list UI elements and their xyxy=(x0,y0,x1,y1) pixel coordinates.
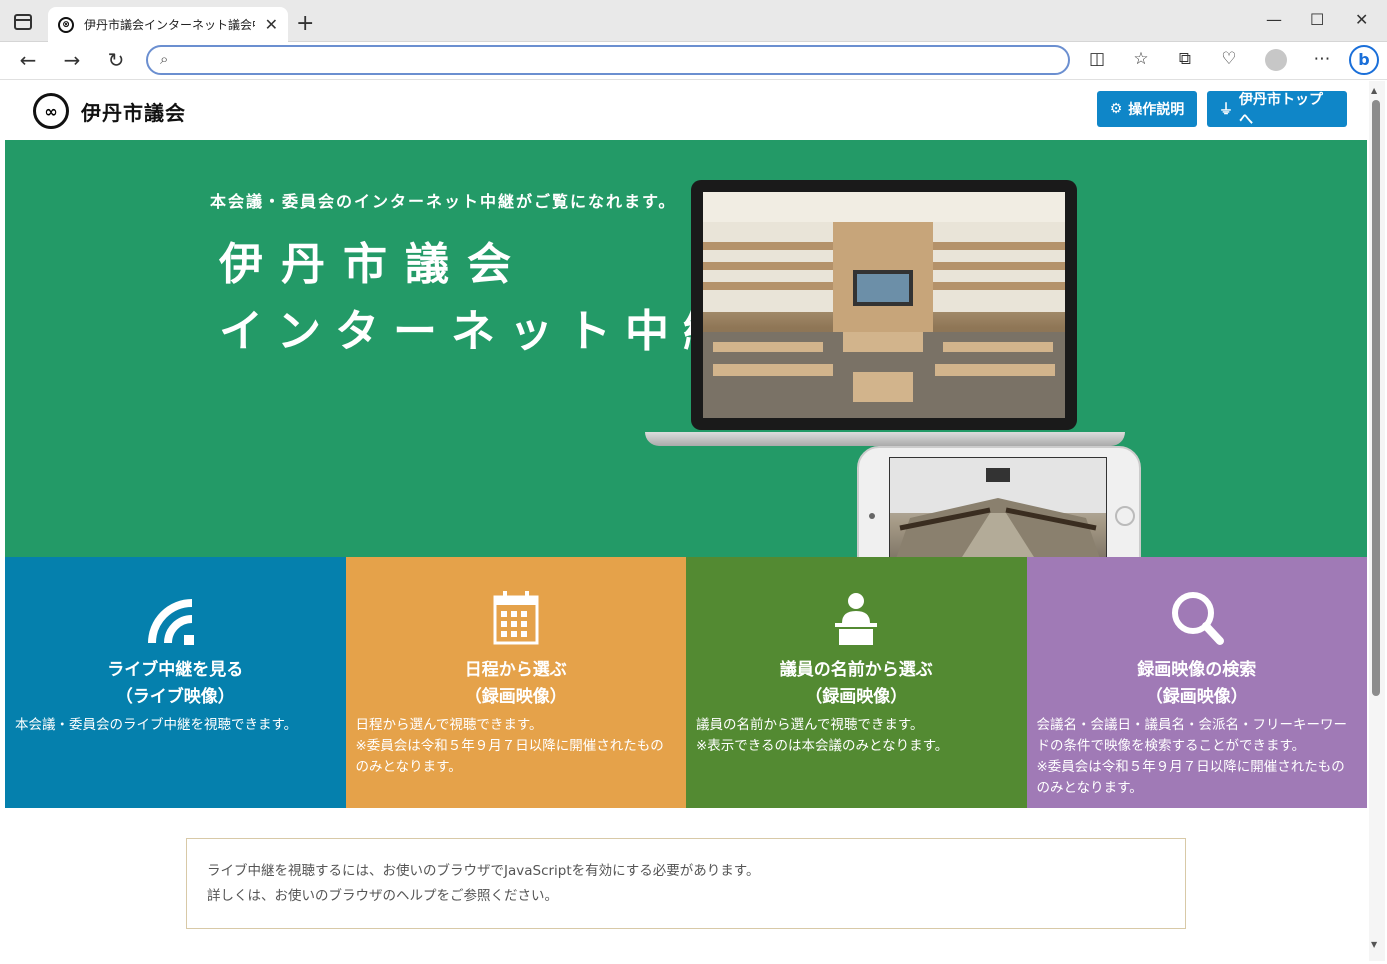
split-screen-icon[interactable]: ◫ xyxy=(1084,49,1110,69)
sitemap-icon: ⏚ xyxy=(1219,102,1233,118)
back-icon[interactable]: ← xyxy=(14,48,42,72)
tab-actions-icon[interactable] xyxy=(14,14,32,30)
calendar-icon xyxy=(493,591,539,645)
browser-essentials-icon[interactable]: ♡ xyxy=(1216,49,1242,69)
minimize-button[interactable]: — xyxy=(1266,10,1282,29)
scroll-down-icon[interactable]: ▼ xyxy=(1371,940,1377,949)
javascript-notice: ライブ中継を視聴するには、お使いのブラウザでJavaScriptを有効にする必要… xyxy=(186,838,1186,929)
tile-title: ライブ中継を見る xyxy=(107,660,244,680)
forward-icon[interactable]: → xyxy=(58,48,86,72)
collections-icon[interactable]: ⧉ xyxy=(1172,49,1198,69)
tile-title: 議員の名前から選ぶ xyxy=(779,660,933,680)
profile-avatar[interactable] xyxy=(1265,49,1287,71)
browser-titlebar: ⊗ 伊丹市議会インターネット議会中継 ✕ + — ☐ ✕ xyxy=(0,0,1387,42)
notice-line2: 詳しくは、お使いのブラウザのヘルプをご参照ください。 xyxy=(207,888,558,904)
city-top-button[interactable]: ⏚ 伊丹市トップへ xyxy=(1207,91,1347,128)
hero-banner: 本会議・委員会のインターネット中継がご覧になれます。 伊丹市議会 インターネット… xyxy=(5,140,1367,586)
speaker-podium-icon xyxy=(835,593,878,645)
hero-title-line2: インターネット中継 xyxy=(219,306,741,357)
tile-subtitle: （録画映像） xyxy=(805,687,908,707)
scrollbar-thumb[interactable] xyxy=(1372,100,1380,696)
live-stream-tile[interactable]: ライブ中継を見る （ライブ映像） 本会議・委員会のライブ中継を視聴できます。 xyxy=(5,557,346,808)
member-name-tile[interactable]: 議員の名前から選ぶ （録画映像） 議員の名前から選んで視聴できます。 ※表示でき… xyxy=(686,557,1027,808)
browser-tab[interactable]: ⊗ 伊丹市議会インターネット議会中継 ✕ xyxy=(48,7,288,42)
maximize-button[interactable]: ☐ xyxy=(1310,10,1324,29)
live-signal-icon xyxy=(148,599,195,645)
reload-icon[interactable]: ↻ xyxy=(102,48,130,72)
schedule-tile[interactable]: 日程から選ぶ （録画映像） 日程から選んで視聴できます。 ※委員会は令和５年９月… xyxy=(345,557,686,808)
site-header: ∞ 伊丹市議会 ⚙ 操作説明 ⏚ 伊丹市トップへ xyxy=(5,81,1367,140)
phone-home-button xyxy=(1115,506,1135,526)
laptop-image xyxy=(691,180,1077,430)
site-favicon-icon: ⊗ xyxy=(58,16,74,33)
tile-subtitle: （録画映像） xyxy=(1145,687,1248,707)
search-magnifier-icon xyxy=(1171,592,1224,645)
video-search-tile[interactable]: 録画映像の検索 （録画映像） 会議名・会議日・議員名・会派名・フリーキーワードの… xyxy=(1026,557,1367,808)
tile-subtitle: （録画映像） xyxy=(464,687,567,707)
copilot-icon[interactable]: b xyxy=(1349,45,1379,75)
scroll-up-icon[interactable]: ▲ xyxy=(1371,86,1377,95)
laptop-base xyxy=(645,432,1125,446)
city-emblem-icon[interactable]: ∞ xyxy=(33,93,69,129)
tile-description: 本会議・委員会のライブ中継を視聴できます。 xyxy=(15,717,298,733)
hero-subtitle: 本会議・委員会のインターネット中継がご覧になれます。 xyxy=(210,192,677,211)
more-menu-icon[interactable]: ⋯ xyxy=(1309,49,1335,69)
favorites-icon[interactable]: ☆ xyxy=(1128,49,1154,69)
search-icon: ⌕ xyxy=(160,50,169,68)
close-window-button[interactable]: ✕ xyxy=(1355,10,1368,29)
address-bar[interactable]: ⌕ xyxy=(146,45,1070,75)
gear-icon: ⚙ xyxy=(1109,101,1123,117)
tile-description: 会議名・会議日・議員名・会派名・フリーキーワードの条件で映像を検索することができ… xyxy=(1036,717,1348,796)
tab-close-icon[interactable]: ✕ xyxy=(265,15,278,34)
assembly-hall-photo xyxy=(703,192,1065,418)
site-logo-text[interactable]: 伊丹市議会 xyxy=(81,97,186,126)
new-tab-button[interactable]: + xyxy=(296,11,314,36)
hero-title-line1: 伊丹市議会 xyxy=(219,239,529,290)
menu-tiles: ライブ中継を見る （ライブ映像） 本会議・委員会のライブ中継を視聴できます。 日… xyxy=(5,557,1367,808)
web-page: ∞ 伊丹市議会 ⚙ 操作説明 ⏚ 伊丹市トップへ 本会議・委員会のインターネット… xyxy=(5,81,1367,961)
tab-title: 伊丹市議会インターネット議会中継 xyxy=(84,18,255,32)
notice-line1: ライブ中継を視聴するには、お使いのブラウザでJavaScriptを有効にする必要… xyxy=(207,863,760,879)
manual-button[interactable]: ⚙ 操作説明 xyxy=(1097,91,1197,127)
tile-description: 議員の名前から選んで視聴できます。 ※表示できるのは本会議のみとなります。 xyxy=(696,717,949,754)
browser-toolbar: ← → ↻ ⌕ ◫ ☆ ⧉ ♡ ⋯ b xyxy=(0,42,1387,80)
tile-description: 日程から選んで視聴できます。 ※委員会は令和５年９月７日以降に開催されたもののみ… xyxy=(355,717,664,775)
tile-subtitle: （ライブ映像） xyxy=(115,687,235,707)
tile-title: 日程から選ぶ xyxy=(464,660,567,680)
tile-title: 録画映像の検索 xyxy=(1137,660,1257,680)
